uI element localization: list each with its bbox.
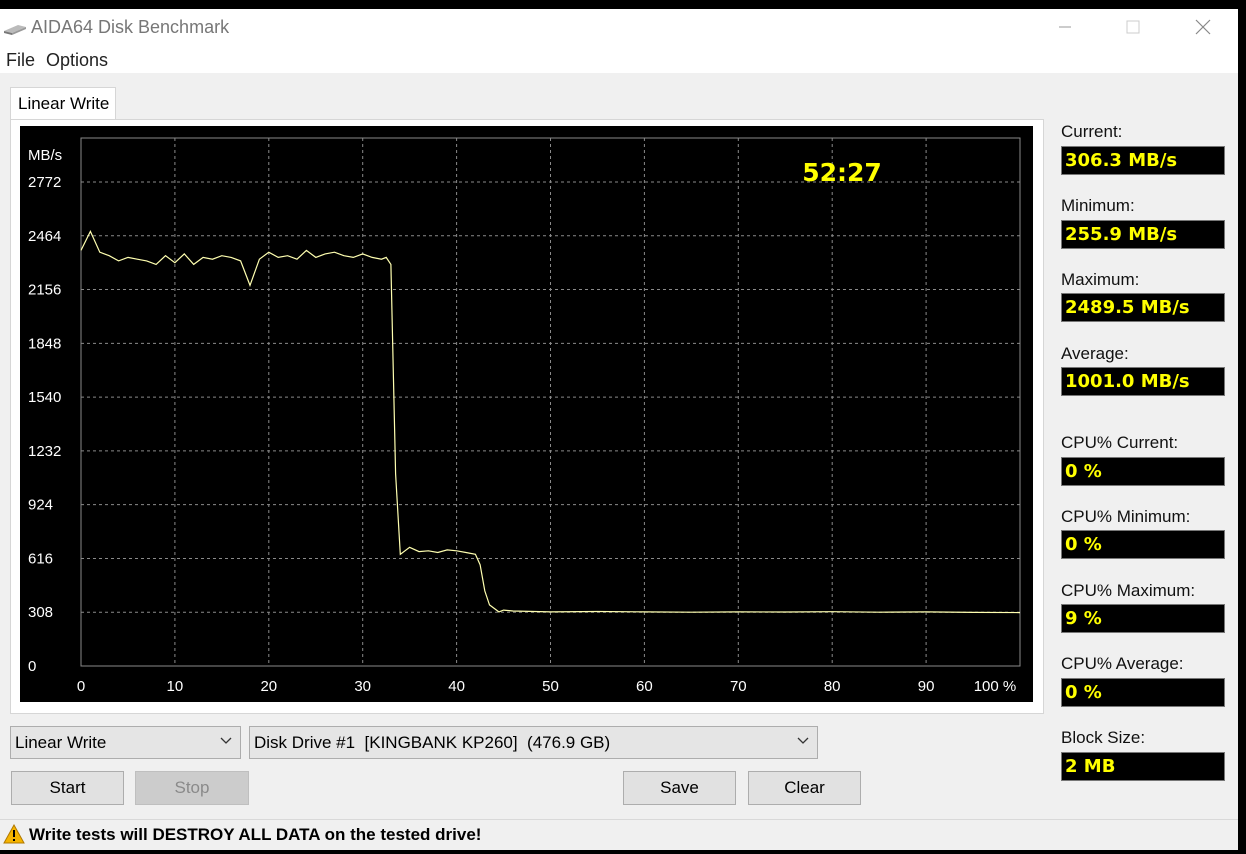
block-size-label: Block Size: <box>1061 728 1146 747</box>
x-tick-label: 100 % <box>974 678 1017 695</box>
x-tick-label: 80 <box>824 678 841 695</box>
warning-icon <box>3 824 25 844</box>
cpu-maximum-value: 9 % <box>1061 604 1225 633</box>
maximum-value: 2489.5 MB/s <box>1061 293 1225 322</box>
cpu-minimum-value: 0 % <box>1061 530 1225 559</box>
minimum-label: Minimum: <box>1061 196 1135 215</box>
current-label: Current: <box>1061 122 1123 141</box>
minimize-icon <box>1059 26 1071 28</box>
tab-label: Linear Write <box>18 94 110 113</box>
close-icon <box>1195 19 1211 35</box>
test-type-value: Linear Write <box>15 733 107 752</box>
drive-value: Disk Drive #1 [KINGBANK KP260] (476.9 GB… <box>254 733 611 752</box>
save-button[interactable]: Save <box>623 771 736 805</box>
y-tick-label: 616 <box>28 550 53 567</box>
window-title: AIDA64 Disk Benchmark <box>31 17 230 37</box>
status-bar: Write tests will DESTROY ALL DATA on the… <box>0 819 1238 850</box>
cpu-current-value: 0 % <box>1061 457 1225 486</box>
clear-button[interactable]: Clear <box>748 771 861 805</box>
x-tick-label: 50 <box>542 678 559 695</box>
y-tick-label: 2772 <box>28 174 61 191</box>
close-button[interactable] <box>1168 9 1238 45</box>
y-tick-label: 1848 <box>28 335 61 352</box>
maximize-icon <box>1126 20 1140 34</box>
warning-message: Write tests will DESTROY ALL DATA on the… <box>29 825 482 844</box>
x-tick-label: 40 <box>448 678 465 695</box>
y-tick-label: 924 <box>28 497 53 514</box>
minimum-value: 255.9 MB/s <box>1061 220 1225 249</box>
start-button[interactable]: Start <box>11 771 124 805</box>
average-value: 1001.0 MB/s <box>1061 367 1225 396</box>
x-tick-label: 10 <box>167 678 184 695</box>
drive-select[interactable]: Disk Drive #1 [KINGBANK KP260] (476.9 GB… <box>249 726 818 759</box>
y-tick-label: 1232 <box>28 443 61 460</box>
title-bar: AIDA64 Disk Benchmark <box>0 9 1238 47</box>
chart-svg: 0 10 20 30 40 50 60 70 80 90 100 % 2772 2464 2156 1848… <box>28 137 1021 695</box>
y-axis-label: MB/s <box>28 147 62 164</box>
y-tick-label: 2464 <box>28 228 61 245</box>
menu-options[interactable]: Options <box>46 50 108 71</box>
x-tick-label: 0 <box>77 678 85 695</box>
x-tick-label: 20 <box>260 678 277 695</box>
x-tick-label: 30 <box>354 678 371 695</box>
current-value: 306.3 MB/s <box>1061 146 1225 175</box>
tab-linear-write[interactable]: Linear Write <box>10 87 116 120</box>
x-tick-label: 60 <box>636 678 653 695</box>
maximize-button[interactable] <box>1098 9 1168 45</box>
average-label: Average: <box>1061 344 1129 363</box>
disk-icon <box>4 25 26 35</box>
block-size-value: 2 MB <box>1061 752 1225 781</box>
cpu-maximum-label: CPU% Maximum: <box>1061 581 1196 600</box>
x-tick-label: 90 <box>918 678 935 695</box>
x-tick-label: 70 <box>730 678 747 695</box>
cpu-minimum-label: CPU% Minimum: <box>1061 507 1191 526</box>
elapsed-timer: 52:27 <box>802 158 882 187</box>
y-tick-label: 1540 <box>28 389 61 406</box>
app-window: AIDA64 Disk Benchmark File Options Linea… <box>0 9 1238 850</box>
cpu-current-label: CPU% Current: <box>1061 433 1179 452</box>
maximum-label: Maximum: <box>1061 270 1140 289</box>
y-tick-label: 308 <box>28 604 53 621</box>
chevron-down-icon <box>797 737 809 744</box>
minimize-button[interactable] <box>1030 9 1100 45</box>
y-tick-label: 0 <box>28 658 36 675</box>
stop-button[interactable]: Stop <box>135 771 249 805</box>
menu-bar: File Options <box>0 47 1238 73</box>
cpu-average-value: 0 % <box>1061 678 1225 707</box>
menu-file[interactable]: File <box>6 50 35 71</box>
y-tick-label: 2156 <box>28 282 61 299</box>
chevron-down-icon <box>220 737 232 744</box>
cpu-average-label: CPU% Average: <box>1061 654 1184 673</box>
benchmark-chart: 0 10 20 30 40 50 60 70 80 90 100 % 2772 2464 2156 1848… <box>20 126 1033 702</box>
test-type-select[interactable]: Linear Write <box>10 726 241 759</box>
